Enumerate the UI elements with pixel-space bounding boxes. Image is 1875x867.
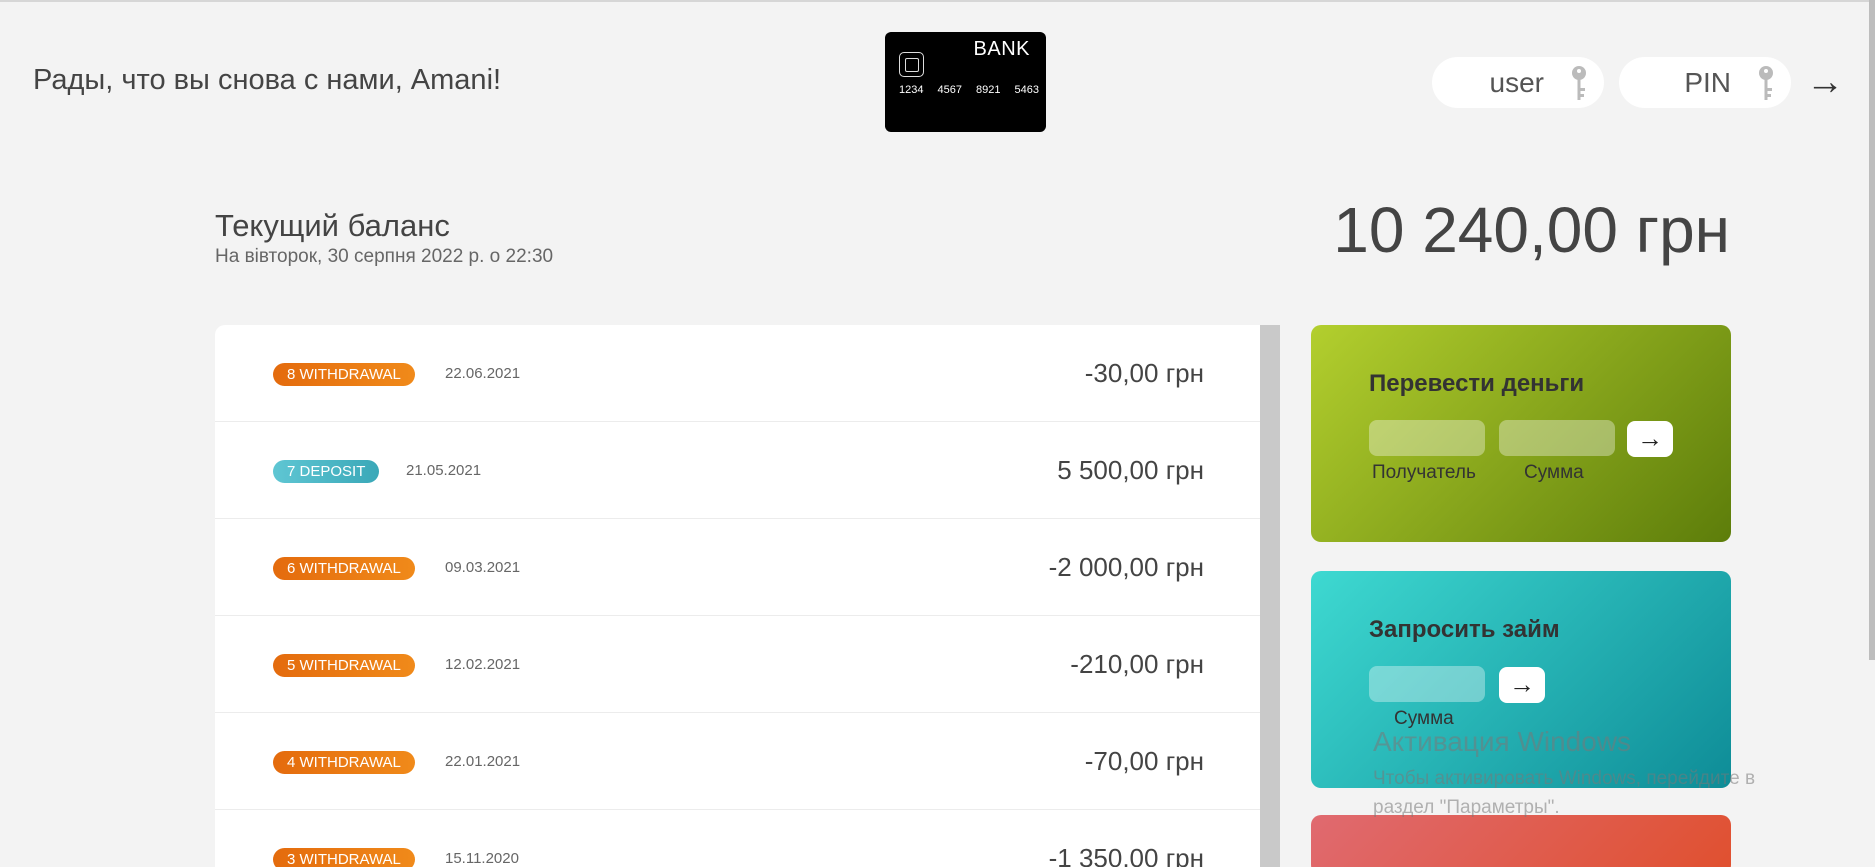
movement-row: 8 WITHDRAWAL 22.06.2021 -30,00 грн	[215, 325, 1260, 422]
movement-date: 22.06.2021	[445, 365, 521, 382]
movement-type-badge: 5 WITHDRAWAL	[273, 654, 415, 677]
card-number-group: 1234	[899, 84, 924, 96]
movement-date: 15.11.2020	[445, 850, 519, 867]
movement-date: 22.01.2021	[445, 753, 521, 770]
card-chip-icon	[899, 52, 924, 77]
movement-row: 7 DEPOSIT 21.05.2021 5 500,00 грн	[215, 422, 1260, 519]
login-submit-arrow-icon[interactable]: →	[1806, 60, 1844, 104]
login-user-placeholder: user	[1489, 66, 1544, 98]
card-bank-label: BANK	[973, 38, 1030, 60]
transfer-submit-button[interactable]: →	[1627, 421, 1673, 457]
page-scrollbar-thumb[interactable]	[1869, 0, 1875, 660]
movement-type-badge: 4 WITHDRAWAL	[273, 751, 415, 774]
bank-card-logo: BANK 1234 4567 8921 5463	[885, 32, 1046, 132]
movement-type-badge: 8 WITHDRAWAL	[273, 363, 415, 386]
transfer-recipient-label: Получатель	[1372, 462, 1476, 483]
watermark-line: раздел "Параметры".	[1373, 797, 1560, 818]
movements-scrollbar[interactable]	[1260, 325, 1280, 867]
loan-title: Запросить займ	[1369, 616, 1560, 643]
card-number: 1234 4567 8921 5463	[899, 84, 1039, 96]
movement-row: 3 WITHDRAWAL 15.11.2020 -1 350,00 грн	[215, 810, 1260, 867]
movements-list[interactable]: 8 WITHDRAWAL 22.06.2021 -30,00 грн 7 DEP…	[215, 325, 1280, 867]
top-border	[0, 0, 1875, 2]
movement-row: 6 WITHDRAWAL 09.03.2021 -2 000,00 грн	[215, 519, 1260, 616]
loan-submit-button[interactable]: →	[1499, 667, 1545, 703]
login-pin-placeholder: PIN	[1684, 66, 1731, 98]
transfer-amount-label: Сумма	[1524, 462, 1584, 483]
movement-date: 12.02.2021	[445, 656, 521, 673]
balance-title: Текущий баланс	[215, 208, 450, 243]
balance-date: На вівторок, 30 серпня 2022 р. о 22:30	[215, 246, 554, 267]
movement-date: 09.03.2021	[445, 559, 521, 576]
movement-amount: -210,00 грн	[1070, 649, 1204, 679]
key-icon	[1757, 64, 1775, 102]
movement-row: 5 WITHDRAWAL 12.02.2021 -210,00 грн	[215, 616, 1260, 713]
movement-type-badge: 7 DEPOSIT	[273, 460, 380, 483]
close-account-panel	[1311, 815, 1731, 867]
movement-amount: -30,00 грн	[1084, 358, 1204, 388]
windows-activation-watermark: Активация Windows Чтобы активировать Win…	[1373, 726, 1755, 822]
movement-amount: -2 000,00 грн	[1048, 552, 1204, 582]
transfer-amount-input[interactable]	[1499, 420, 1615, 456]
watermark-line: Чтобы активировать Windows, перейдите в	[1373, 768, 1756, 789]
login-user-input[interactable]: user	[1432, 57, 1604, 108]
movement-date: 21.05.2021	[406, 462, 482, 479]
login-pin-input[interactable]: PIN	[1619, 57, 1791, 108]
page-scrollbar[interactable]	[1869, 0, 1875, 867]
movement-amount: 5 500,00 грн	[1057, 455, 1204, 485]
card-number-group: 4567	[937, 84, 962, 96]
balance-value: 10 240,00 грн	[1333, 194, 1730, 266]
loan-amount-input[interactable]	[1369, 666, 1485, 702]
movement-type-badge: 3 WITHDRAWAL	[273, 848, 415, 867]
movement-amount: -1 350,00 грн	[1048, 843, 1204, 867]
card-number-group: 8921	[976, 84, 1001, 96]
transfer-recipient-input[interactable]	[1369, 420, 1485, 456]
card-number-group: 5463	[1014, 84, 1039, 96]
movement-row: 4 WITHDRAWAL 22.01.2021 -70,00 грн	[215, 713, 1260, 810]
watermark-title: Активация Windows	[1373, 726, 1632, 757]
movement-amount: -70,00 грн	[1084, 746, 1204, 776]
key-icon	[1570, 64, 1588, 102]
movement-type-badge: 6 WITHDRAWAL	[273, 557, 415, 580]
transfer-panel: Перевести деньги → Получатель Сумма	[1311, 325, 1731, 542]
transfer-title: Перевести деньги	[1369, 370, 1585, 397]
welcome-message: Рады, что вы снова с нами, Amani!	[33, 64, 502, 96]
